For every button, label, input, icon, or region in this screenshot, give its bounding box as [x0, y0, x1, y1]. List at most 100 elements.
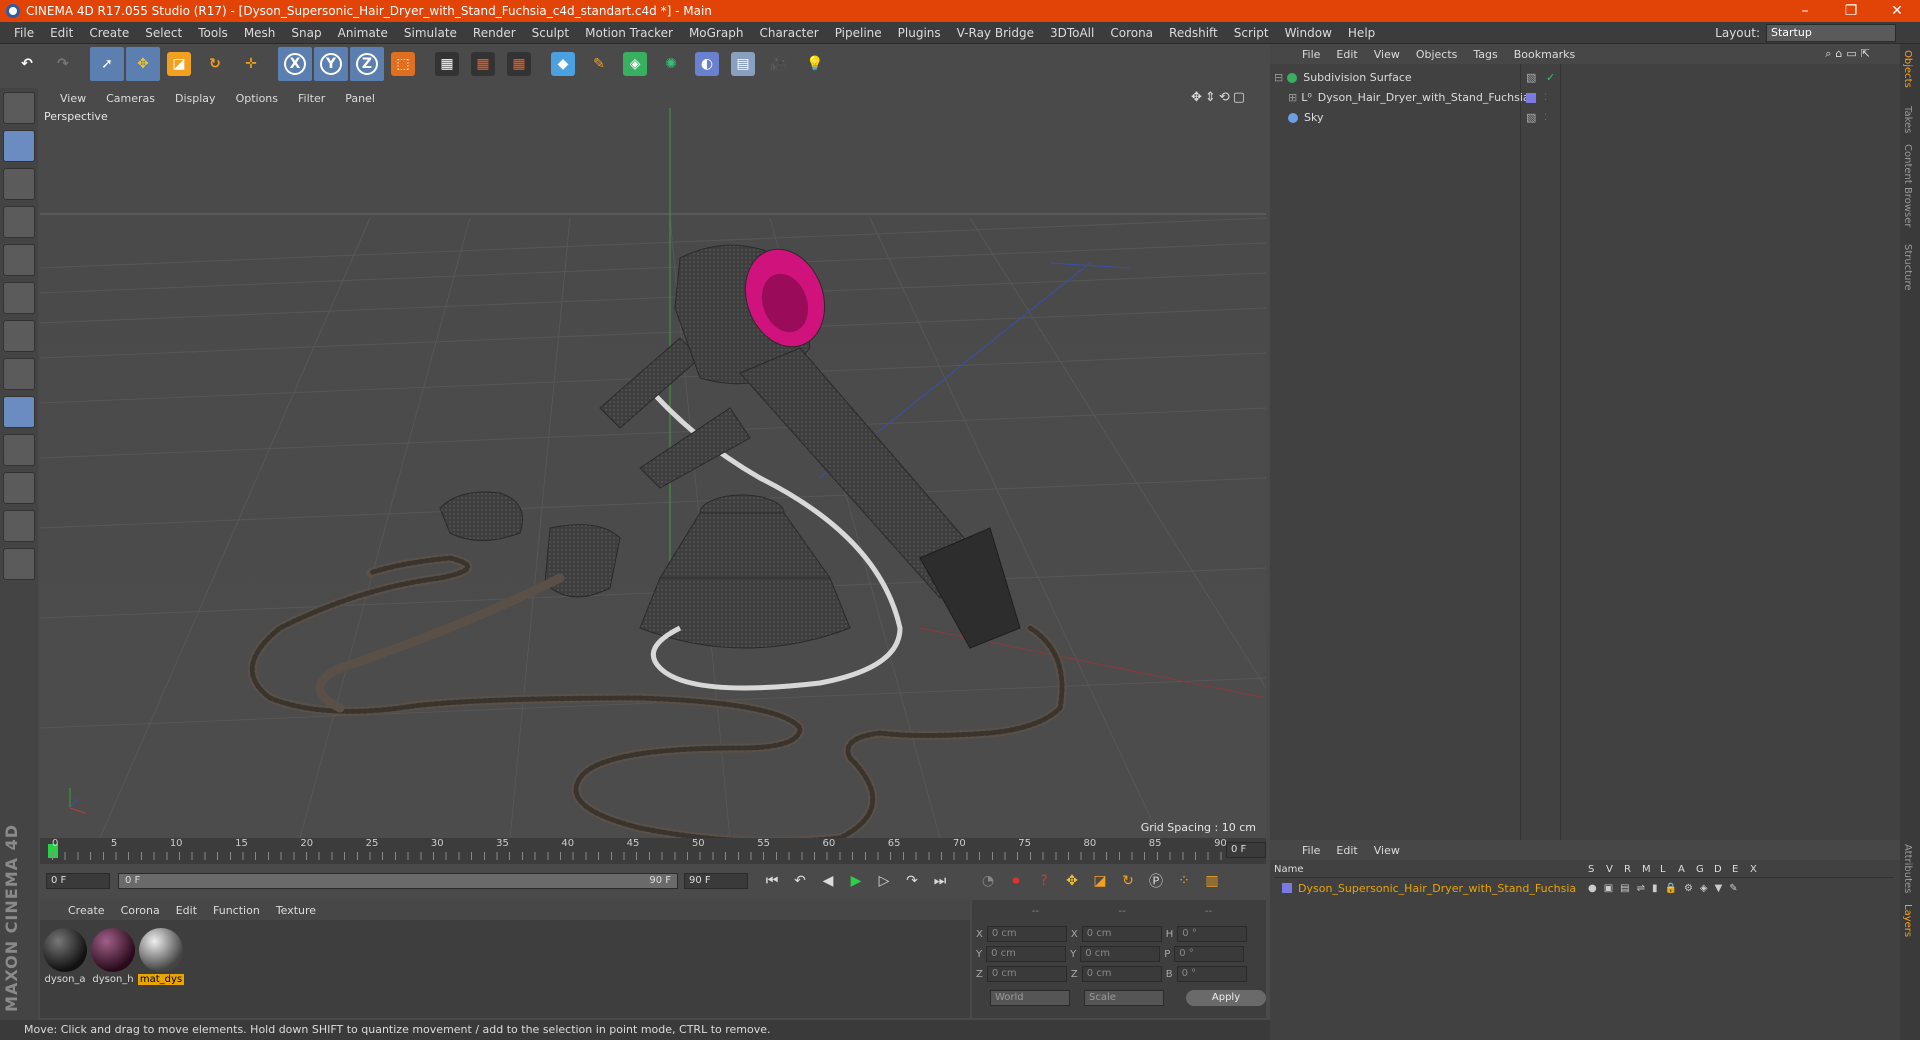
material-menu-edit[interactable]: Edit: [168, 904, 205, 917]
apply-button[interactable]: Apply: [1186, 990, 1266, 1006]
viewport-menu-view[interactable]: View: [50, 92, 96, 105]
add-camera-button[interactable]: 🎥: [762, 47, 796, 81]
layout-dropdown[interactable]: Startup: [1766, 24, 1896, 42]
world-dropdown[interactable]: World: [990, 990, 1070, 1006]
tab-attributes[interactable]: Attributes: [1902, 844, 1913, 893]
snap-button[interactable]: [3, 472, 35, 504]
key-rotation-icon[interactable]: ↻: [1116, 869, 1140, 893]
restore-icon[interactable]: ❐: [1828, 0, 1874, 22]
menu-select[interactable]: Select: [137, 26, 190, 40]
workplane-lock-button[interactable]: [3, 510, 35, 542]
material-menu-function[interactable]: Function: [205, 904, 268, 917]
add-spline-button[interactable]: ✎: [582, 47, 616, 81]
size-z-field[interactable]: 0 cm: [1081, 966, 1162, 982]
menu-tools[interactable]: Tools: [190, 26, 236, 40]
viewport-menu-panel[interactable]: Panel: [335, 92, 385, 105]
menu-vray-bridge[interactable]: V-Ray Bridge: [949, 26, 1042, 40]
y-axis-lock-button[interactable]: Y: [314, 47, 348, 81]
current-frame-field[interactable]: 0 F: [1226, 842, 1266, 858]
menu-mograph[interactable]: MoGraph: [681, 26, 752, 40]
workplane-mode-button[interactable]: [3, 206, 35, 238]
model-mode-button[interactable]: [3, 130, 35, 162]
scale-tool-button[interactable]: ◪: [162, 47, 196, 81]
visibility-toggle-icon[interactable]: ▧: [1526, 70, 1536, 86]
menu-redshift[interactable]: Redshift: [1161, 26, 1226, 40]
preview-range-slider[interactable]: 0 F 90 F: [118, 873, 678, 889]
menu-create[interactable]: Create: [81, 26, 137, 40]
key-parameter-icon[interactable]: Ⓟ: [1144, 869, 1168, 893]
material-swatch[interactable]: mat_dys: [138, 928, 184, 985]
position-x-field[interactable]: 0 cm: [986, 926, 1067, 942]
render-picture-viewer-button[interactable]: ▦: [466, 47, 500, 81]
minimize-icon[interactable]: –: [1782, 0, 1828, 22]
tab-structure[interactable]: Structure: [1902, 244, 1913, 291]
previous-key-icon[interactable]: ↶: [788, 869, 812, 893]
visibility-dots-icon[interactable]: ⁚: [1544, 110, 1547, 126]
timeline-ruler[interactable]: 0 5 10 15 20 25 30 35 40 45 50 55 60 65 …: [40, 838, 1266, 864]
viewport-menu-cameras[interactable]: Cameras: [96, 92, 165, 105]
menu-file[interactable]: File: [6, 26, 42, 40]
go-to-end-icon[interactable]: ⏭: [928, 869, 952, 893]
render-settings-button[interactable]: ▦: [502, 47, 536, 81]
object-menu-file[interactable]: File: [1294, 48, 1328, 61]
menu-corona[interactable]: Corona: [1102, 26, 1161, 40]
menu-plugins[interactable]: Plugins: [890, 26, 949, 40]
layer-flags-icon[interactable]: ●▣▤⇌▮🔒⚙◈▼✎: [1588, 883, 1745, 894]
material-swatch[interactable]: dyson_a: [42, 928, 88, 985]
key-position-icon[interactable]: ✥: [1060, 869, 1084, 893]
tab-content-browser[interactable]: Content Browser: [1902, 144, 1913, 227]
points-mode-button[interactable]: [3, 244, 35, 276]
timeline-window-icon[interactable]: ▥: [1200, 869, 1224, 893]
polygons-mode-button[interactable]: [3, 320, 35, 352]
rotation-p-field[interactable]: 0 °: [1174, 946, 1245, 962]
menu-3dtoall[interactable]: 3DToAll: [1042, 26, 1102, 40]
object-menu-view[interactable]: View: [1366, 48, 1408, 61]
layer-color-swatch[interactable]: [1526, 93, 1536, 103]
add-floor-button[interactable]: ▤: [726, 47, 760, 81]
rotate-tool-button[interactable]: ↻: [198, 47, 232, 81]
viewport-nav-icons[interactable]: ✥⇕⟲▢: [1181, 90, 1258, 105]
position-y-field[interactable]: 0 cm: [986, 946, 1067, 962]
select-tool-button[interactable]: ➚: [90, 47, 124, 81]
autokey-icon[interactable]: ?: [1032, 869, 1056, 893]
add-subdivision-button[interactable]: ◈: [618, 47, 652, 81]
material-menu-create[interactable]: Create: [60, 904, 113, 917]
add-light-button[interactable]: 💡: [798, 47, 832, 81]
viewport-menu-display[interactable]: Display: [165, 92, 226, 105]
object-menu-bookmarks[interactable]: Bookmarks: [1506, 48, 1583, 61]
menu-script[interactable]: Script: [1226, 26, 1277, 40]
z-axis-lock-button[interactable]: Z: [350, 47, 384, 81]
viewport-menu-options[interactable]: Options: [226, 92, 288, 105]
tab-objects[interactable]: Objects: [1902, 50, 1913, 88]
solo-mode-button[interactable]: [3, 434, 35, 466]
rotation-b-field[interactable]: 0 °: [1176, 966, 1247, 982]
add-cube-button[interactable]: ◆: [546, 47, 580, 81]
object-menu-edit[interactable]: Edit: [1328, 48, 1365, 61]
end-frame-field[interactable]: 90 F: [684, 873, 748, 889]
object-row[interactable]: ⊞ L⁰ Dyson_Hair_Dryer_with_Stand_Fuchsia…: [1274, 90, 1900, 106]
layer-menu-file[interactable]: File: [1294, 844, 1328, 857]
next-key-icon[interactable]: ↷: [900, 869, 924, 893]
layer-menu-view[interactable]: View: [1366, 844, 1408, 857]
go-to-start-icon[interactable]: ⏮: [760, 869, 784, 893]
key-scale-icon[interactable]: ◪: [1088, 869, 1112, 893]
workplane-align-button[interactable]: [3, 548, 35, 580]
menu-simulate[interactable]: Simulate: [396, 26, 465, 40]
close-icon[interactable]: ✕: [1874, 0, 1920, 22]
x-axis-lock-button[interactable]: X: [278, 47, 312, 81]
object-menu-objects[interactable]: Objects: [1408, 48, 1466, 61]
move-tool-button[interactable]: ✥: [126, 47, 160, 81]
tab-takes[interactable]: Takes: [1902, 106, 1913, 133]
layer-menu-edit[interactable]: Edit: [1328, 844, 1365, 857]
viewport-canvas[interactable]: Perspective Grid Spacing : 10 cm: [40, 108, 1266, 838]
tab-layers[interactable]: Layers: [1902, 904, 1913, 937]
rotation-h-field[interactable]: 0 °: [1177, 926, 1248, 942]
add-deformer-button[interactable]: ◐: [690, 47, 724, 81]
menu-render[interactable]: Render: [465, 26, 524, 40]
material-menu-corona[interactable]: Corona: [113, 904, 168, 917]
menu-character[interactable]: Character: [751, 26, 826, 40]
menu-pipeline[interactable]: Pipeline: [827, 26, 890, 40]
menu-help[interactable]: Help: [1340, 26, 1383, 40]
axis-mode-button[interactable]: [3, 358, 35, 390]
add-mograph-button[interactable]: ✺: [654, 47, 688, 81]
